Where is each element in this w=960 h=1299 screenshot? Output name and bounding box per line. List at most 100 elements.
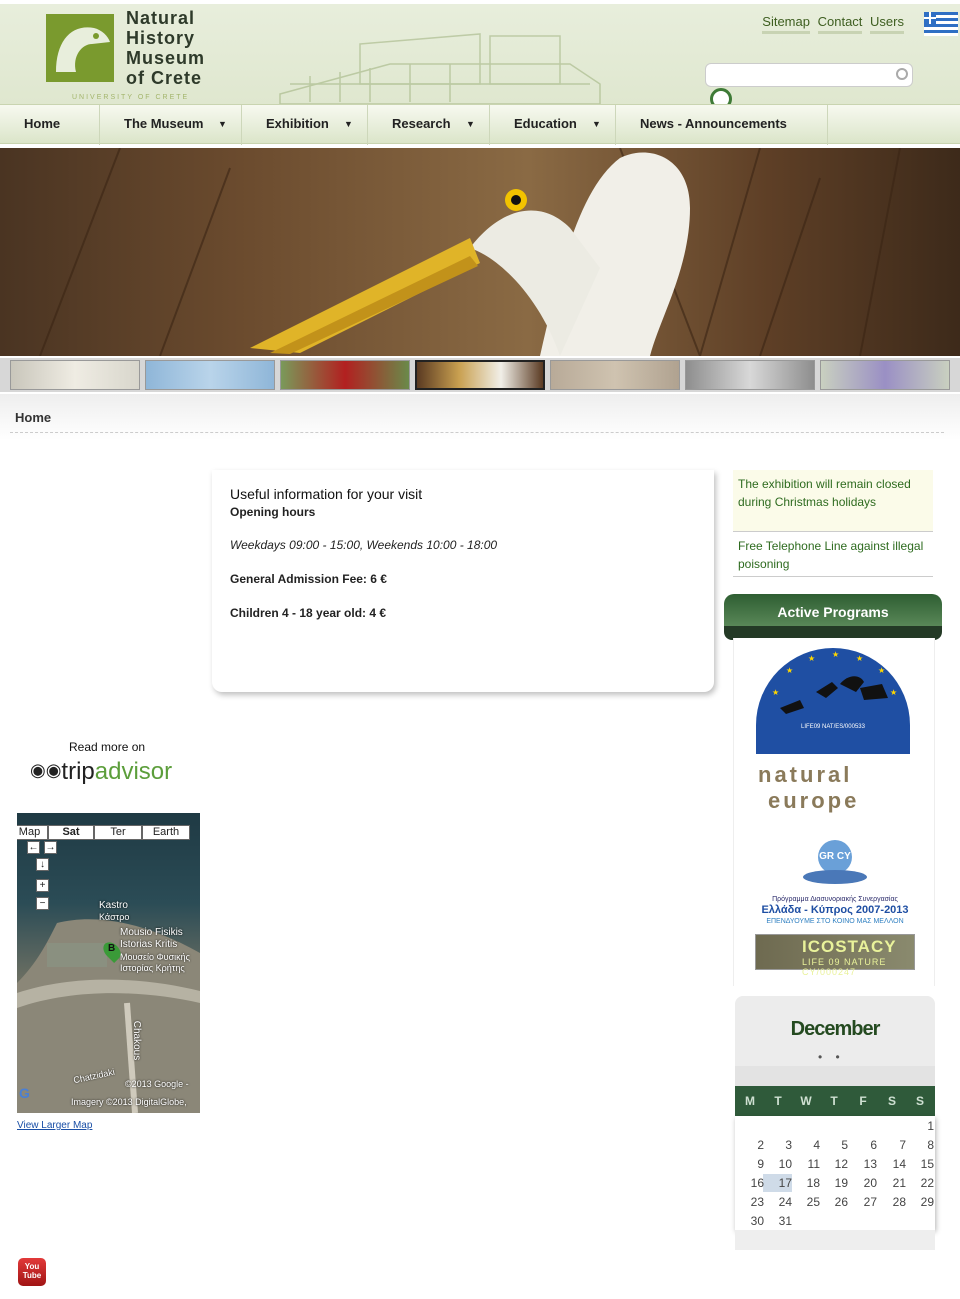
nav-label: Research — [392, 116, 451, 131]
calendar-weekday: S — [887, 1094, 896, 1108]
view-larger-map-link[interactable]: View Larger Map — [17, 1120, 92, 1131]
youtube-icon[interactable]: You Tube — [18, 1258, 46, 1286]
nav-the-museum[interactable]: The Museum ▼ — [100, 105, 242, 145]
thumbnail-swan[interactable] — [685, 360, 815, 390]
nav-label: News - Announcements — [640, 116, 787, 131]
logo-line: Museum — [126, 48, 206, 68]
icostacy-logo[interactable]: ICOSTACY LIFE 09 NATURE CY/000247 — [755, 934, 915, 977]
dropdown-arrow-icon[interactable]: ▼ — [218, 105, 227, 143]
thumbnail-snake[interactable] — [550, 360, 680, 390]
tripadvisor-read-more[interactable]: Read more on — [69, 740, 145, 754]
logo-line: History — [126, 28, 196, 48]
search-clear-icon[interactable] — [896, 68, 908, 80]
news-item[interactable]: Free Telephone Line against illegal pois… — [733, 533, 933, 577]
youtube-text: You — [24, 1262, 40, 1271]
map-label: Kastro — [99, 900, 128, 911]
opening-hours-label: Opening hours — [230, 505, 316, 519]
calendar-day[interactable]: 10 — [768, 1157, 792, 1171]
calendar-day[interactable]: 1 — [910, 1119, 934, 1133]
nav-label: Home — [24, 116, 61, 131]
logo-line: of Crete — [126, 68, 203, 88]
calendar-day[interactable]: 23 — [740, 1195, 764, 1209]
calendar-day-today[interactable]: 17 — [768, 1176, 792, 1190]
opening-hours: Weekdays 09:00 - 15:00, Weekends 10:00 -… — [230, 538, 498, 552]
tripadvisor-logo[interactable]: ◉◉tripadvisor — [30, 758, 172, 786]
calendar-day[interactable]: 19 — [824, 1176, 848, 1190]
breadcrumb[interactable]: Home — [15, 410, 51, 425]
calendar-grid — [735, 1116, 935, 1230]
calendar-day[interactable]: 31 — [768, 1214, 792, 1228]
calendar-day[interactable]: 8 — [910, 1138, 934, 1152]
natural-europe-line: europe — [768, 788, 860, 813]
calendar-day[interactable]: 11 — [796, 1157, 820, 1171]
calendar-day[interactable]: 18 — [796, 1176, 820, 1190]
search-input[interactable] — [705, 63, 913, 87]
thumbnail-flowers[interactable] — [10, 360, 140, 390]
nav-research[interactable]: Research ▼ — [368, 105, 490, 145]
embedded-map[interactable]: Map Sat Ter Earth ← → ↓ + − Kastro Κάστρ… — [17, 813, 200, 1113]
calendar-day[interactable]: 12 — [824, 1157, 848, 1171]
logo-subtitle: UNIVERSITY OF CRETE — [72, 94, 190, 101]
calendar-day[interactable]: 9 — [740, 1157, 764, 1171]
calendar-day[interactable]: 29 — [910, 1195, 934, 1209]
nav-home[interactable]: Home — [0, 105, 100, 145]
calendar-day[interactable]: 3 — [768, 1138, 792, 1152]
map-copyright: ©2013 Google - — [125, 1079, 189, 1089]
google-logo-icon[interactable]: G — [19, 1085, 30, 1101]
grcy-tagline: ΕΠΕΝΔΥΟΥΜΕ ΣΤΟ ΚΟΙΝΟ ΜΑΣ ΜΕΛΛΟΝ — [766, 918, 904, 925]
life-program-logo[interactable]: ★ ★ ★ ★ ★ ★ ★ LIFE09 NAT/ES/000533 — [756, 648, 910, 754]
thumbnail-poppies[interactable] — [280, 360, 410, 390]
calendar-day[interactable]: 7 — [882, 1138, 906, 1152]
calendar-nav-dots[interactable]: • • — [818, 1050, 840, 1064]
breadcrumb-bar — [0, 394, 960, 440]
greek-flag-icon[interactable] — [924, 12, 958, 36]
calendar-footer — [735, 1230, 935, 1250]
calendar-day[interactable]: 6 — [853, 1138, 877, 1152]
calendar-day[interactable]: 13 — [853, 1157, 877, 1171]
dropdown-arrow-icon[interactable]: ▼ — [592, 105, 601, 143]
hero-slideshow-image[interactable] — [0, 148, 960, 356]
map-marker-label: B — [108, 943, 116, 954]
calendar-day[interactable]: 15 — [910, 1157, 934, 1171]
visit-info-title: Useful information for your visit — [230, 486, 423, 502]
calendar-day[interactable]: 27 — [853, 1195, 877, 1209]
calendar-day[interactable]: 4 — [796, 1138, 820, 1152]
nav-education[interactable]: Education ▼ — [490, 105, 616, 145]
calendar-day[interactable]: 28 — [882, 1195, 906, 1209]
nav-label: The Museum — [124, 116, 204, 131]
calendar-day[interactable]: 16 — [740, 1176, 764, 1190]
calendar-day[interactable]: 22 — [910, 1176, 934, 1190]
users-link[interactable]: Users — [870, 14, 904, 34]
contact-link[interactable]: Contact — [817, 14, 863, 34]
thumbnail-gull[interactable] — [145, 360, 275, 390]
calendar-day[interactable]: 25 — [796, 1195, 820, 1209]
thumbnail-lavender[interactable] — [820, 360, 950, 390]
nav-label: Exhibition — [266, 116, 329, 131]
map-label: Mousio Fisikis — [120, 927, 183, 938]
calendar-day[interactable]: 2 — [740, 1138, 764, 1152]
nav-exhibition[interactable]: Exhibition ▼ — [242, 105, 368, 145]
dropdown-arrow-icon[interactable]: ▼ — [466, 105, 475, 143]
calendar-day[interactable]: 21 — [882, 1176, 906, 1190]
sitemap-link[interactable]: Sitemap — [762, 14, 810, 34]
calendar-day[interactable]: 5 — [824, 1138, 848, 1152]
egret-illustration — [39, 148, 901, 356]
calendar-day[interactable]: 14 — [882, 1157, 906, 1171]
thumbnail-egret-active[interactable] — [415, 360, 545, 390]
natural-europe-logo[interactable]: natural europe — [758, 762, 914, 830]
museum-logo-icon[interactable] — [42, 10, 118, 86]
animal-silhouettes — [780, 676, 888, 714]
calendar-day[interactable]: 26 — [824, 1195, 848, 1209]
calendar-day[interactable]: 24 — [768, 1195, 792, 1209]
children-fee: Children 4 - 18 year old: 4 € — [230, 606, 387, 620]
news-item[interactable]: The exhibition will remain closed during… — [733, 470, 933, 532]
calendar-day[interactable]: 30 — [740, 1214, 764, 1228]
nav-news-announcements[interactable]: News - Announcements — [616, 105, 828, 145]
site-header: Natural History Museum of Crete UNIVERSI… — [0, 0, 960, 104]
owl-icon: ◉◉ — [30, 760, 62, 780]
greece-cyprus-program-logo[interactable]: GR CY Πρόγραμμα Διασυνοριακής Συνεργασία… — [755, 840, 915, 930]
calendar-weekday: T — [774, 1094, 782, 1108]
dropdown-arrow-icon[interactable]: ▼ — [344, 105, 353, 143]
dolphin-icon — [803, 870, 867, 884]
calendar-day[interactable]: 20 — [853, 1176, 877, 1190]
